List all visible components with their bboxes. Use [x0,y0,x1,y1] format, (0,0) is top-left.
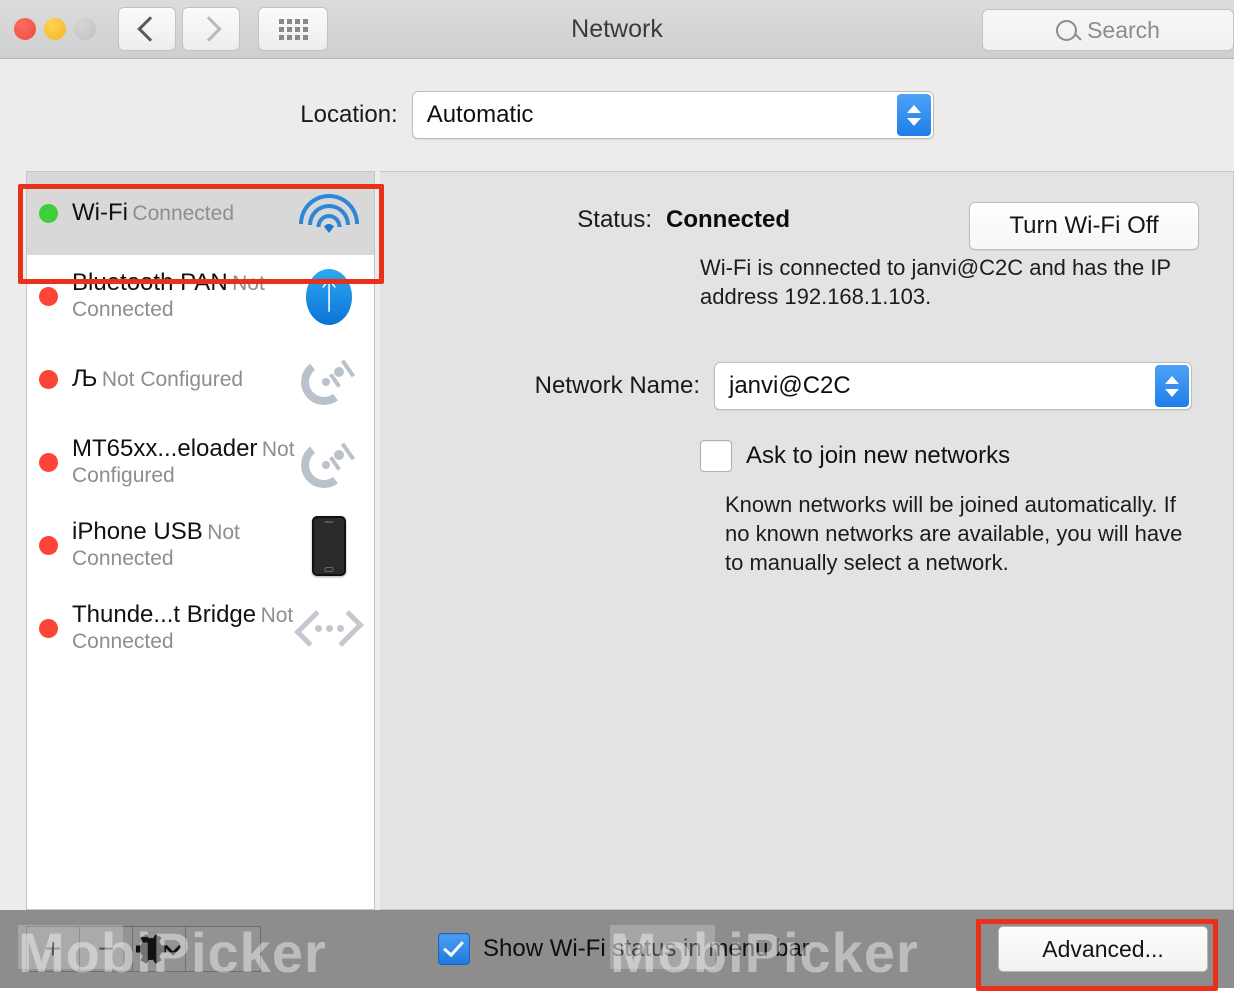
show-wifi-status-checkbox[interactable] [438,933,470,965]
sidebar-item-label: Wi-Fi [72,199,128,227]
show-wifi-status-label: Show Wi-Fi status in menu bar [483,935,810,962]
sidebar-item-label: iPhone USB [72,518,203,546]
ask-to-join-row[interactable]: Ask to join new networks [700,440,1010,472]
back-button[interactable] [118,7,176,51]
status-dot-red [39,536,58,555]
status-label: Status: [577,206,652,233]
show-all-button[interactable] [258,7,328,51]
services-sidebar[interactable]: Wi-Fi Connected Bluetooth PAN Not Connec… [26,171,375,910]
modem-icon [298,349,360,411]
gear-icon [135,934,166,964]
iphone-icon [298,515,360,577]
navigation-group [118,7,328,51]
location-label: Location: [300,101,398,128]
sidebar-item-mt65xx-preloader[interactable]: MT65xx...eloader Not Configured [27,421,374,504]
ask-to-join-checkbox[interactable] [700,440,732,472]
sidebar-item-thunderbolt-bridge[interactable]: Thunde...t Bridge Not Connected [27,587,374,670]
service-actions-button[interactable] [133,927,186,971]
show-wifi-status-row[interactable]: Show Wi-Fi status in menu bar [438,933,810,965]
remove-service-button[interactable]: − [80,927,133,971]
bluetooth-icon: ᛏ [298,266,360,328]
minimize-button[interactable] [44,18,66,40]
plus-icon: + [44,933,62,964]
status-dot-red [39,453,58,472]
sidebar-item-status: Connected [132,202,234,226]
add-service-button[interactable]: + [27,927,80,971]
status-dot-red [39,287,58,306]
sidebar-item-label: Thunde...t Bridge [72,601,257,629]
wifi-icon [298,183,360,245]
window-titlebar: Network Search [0,0,1234,59]
status-dot-green [39,204,58,223]
location-value: Automatic [426,101,534,128]
status-value: Connected [666,206,791,233]
sidebar-item-label: Bluetooth PAN [72,269,228,297]
chevron-left-icon [136,16,163,42]
forward-button[interactable] [182,7,240,51]
wifi-detail-panel: Status: Connected Turn Wi-Fi Off Wi-Fi i… [380,171,1234,910]
minus-icon: − [97,933,115,964]
chevron-right-icon [195,16,222,42]
network-preferences-window: Network Search Location: Automatic Wi-Fi… [0,0,1234,991]
sidebar-item-modem-lj[interactable]: Љ Not Configured [27,338,374,421]
location-stepper-icon[interactable] [896,94,931,136]
ask-to-join-label: Ask to join new networks [746,442,1011,469]
segment-spacer [186,927,260,971]
location-row: Location: Automatic [0,59,1234,171]
network-name-value: janvi@C2C [729,372,851,399]
sidebar-item-label: MT65xx...eloader [72,435,258,463]
sidebar-item-iphone-usb[interactable]: iPhone USB Not Connected [27,504,374,587]
search-placeholder: Search [1087,16,1160,43]
status-dot-red [39,370,58,389]
advanced-button[interactable]: Advanced... [998,926,1208,972]
network-name-row: Network Name: janvi@C2C [380,362,1233,410]
sidebar-item-status: Not Configured [101,368,244,392]
sidebar-item-wifi[interactable]: Wi-Fi Connected [27,172,374,255]
sidebar-action-segment: + − [26,926,261,972]
location-select[interactable]: Automatic [411,91,934,139]
zoom-button[interactable] [74,18,96,40]
sidebar-item-bluetooth-pan[interactable]: Bluetooth PAN Not Connected ᛏ [27,255,374,338]
sidebar-item-label: Љ [72,365,98,393]
network-name-stepper-icon[interactable] [1155,365,1189,407]
traffic-lights [14,18,96,40]
thunderbolt-icon [294,598,364,660]
turn-wifi-off-button[interactable]: Turn Wi-Fi Off [969,202,1199,250]
search-icon [1056,19,1078,41]
network-name-label: Network Name: [534,372,700,399]
network-name-select[interactable]: janvi@C2C [714,362,1192,410]
main-body: Wi-Fi Connected Bluetooth PAN Not Connec… [0,171,1234,910]
modem-icon [298,432,360,494]
chevron-down-icon [164,938,181,956]
close-button[interactable] [14,18,36,40]
search-input[interactable]: Search [982,9,1234,51]
known-networks-help-text: Known networks will be joined automatica… [725,492,1183,576]
grid-view-icon [278,18,308,40]
status-dot-red [39,619,58,638]
bottom-toolbar: + − Show Wi-Fi status in menu bar Advanc… [0,910,1234,988]
connection-description: Wi-Fi is connected to janvi@C2C and has … [700,255,1171,309]
